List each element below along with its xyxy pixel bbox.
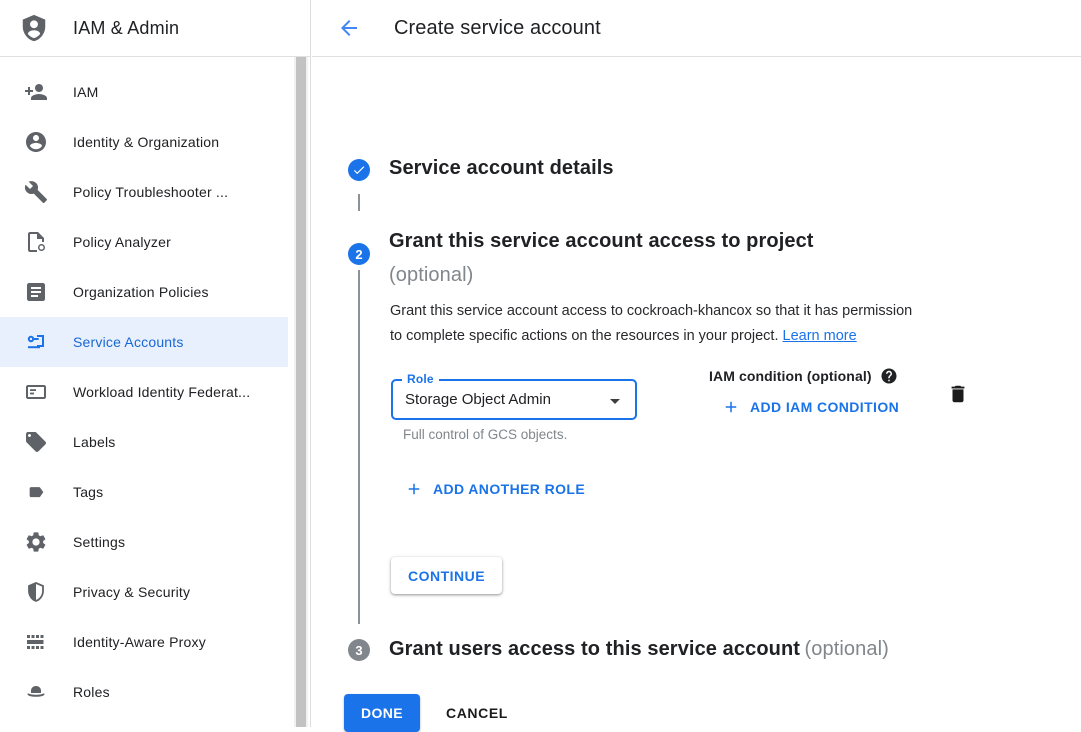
sidebar-item-settings[interactable]: Settings bbox=[0, 517, 288, 567]
step3-indicator: 3 bbox=[348, 639, 370, 661]
sidebar-item-label: Workload Identity Federat... bbox=[73, 384, 250, 400]
sidebar-item-organization-policies[interactable]: Organization Policies bbox=[0, 267, 288, 317]
person-add-icon bbox=[24, 80, 48, 104]
sidebar-item-label: Identity & Organization bbox=[73, 134, 219, 150]
sidebar-item-label: Roles bbox=[73, 684, 110, 700]
sidebar-item-identity-aware-proxy[interactable]: Identity-Aware Proxy bbox=[0, 617, 288, 667]
add-iam-condition-label: ADD IAM CONDITION bbox=[750, 399, 899, 415]
step1-indicator bbox=[348, 159, 370, 181]
sidebar-item-roles[interactable]: Roles bbox=[0, 667, 288, 717]
cancel-button[interactable]: CANCEL bbox=[434, 694, 520, 732]
step2-optional-label: (optional) bbox=[389, 258, 929, 292]
tag-arrow-icon bbox=[24, 480, 48, 504]
sidebar-item-iam[interactable]: IAM bbox=[0, 67, 288, 117]
sidebar-item-label: Labels bbox=[73, 434, 115, 450]
trash-icon bbox=[947, 383, 969, 405]
iam-condition-header: IAM condition (optional) bbox=[709, 367, 898, 385]
wrench-icon bbox=[24, 180, 48, 204]
sidebar-item-label: IAM bbox=[73, 84, 99, 100]
role-helper-text: Full control of GCS objects. bbox=[403, 427, 567, 442]
wizard-content: Service account details 2 Grant this ser… bbox=[312, 57, 1081, 727]
account-circle-icon bbox=[24, 130, 48, 154]
done-button[interactable]: DONE bbox=[344, 694, 420, 732]
step2-description: Grant this service account access to coc… bbox=[390, 299, 1010, 349]
step3-heading: Grant users access to this service accou… bbox=[389, 638, 889, 661]
add-another-role-label: ADD ANOTHER ROLE bbox=[433, 481, 585, 497]
continue-button[interactable]: CONTINUE bbox=[391, 557, 502, 594]
service-account-key-icon bbox=[24, 330, 48, 354]
step2-title: Grant this service account access to pro… bbox=[389, 224, 929, 258]
sidebar-scrollbar-thumb[interactable] bbox=[296, 57, 306, 727]
sidebar-item-identity-organization[interactable]: Identity & Organization bbox=[0, 117, 288, 167]
role-field-label: Role bbox=[402, 372, 439, 386]
sidebar-item-label: Service Accounts bbox=[73, 334, 184, 350]
sidebar-item-label: Organization Policies bbox=[73, 284, 209, 300]
step3-optional-label: (optional) bbox=[805, 638, 889, 660]
main-panel: Create service account Service account d… bbox=[312, 0, 1081, 727]
step-connector bbox=[358, 270, 360, 624]
sidebar-item-label: Policy Troubleshooter ... bbox=[73, 184, 228, 200]
sidebar-item-label: Identity-Aware Proxy bbox=[73, 634, 206, 650]
bowler-hat-icon bbox=[24, 680, 48, 704]
half-shield-icon bbox=[24, 580, 48, 604]
arrow-back-icon bbox=[337, 16, 361, 40]
step2-number: 2 bbox=[355, 247, 362, 262]
step-connector bbox=[358, 194, 360, 211]
document-lines-icon bbox=[24, 280, 48, 304]
badge-card-icon bbox=[24, 380, 48, 404]
sidebar-title: IAM & Admin bbox=[73, 18, 179, 39]
help-icon[interactable] bbox=[880, 367, 898, 385]
sidebar-scrollbar-track bbox=[294, 57, 308, 727]
sidebar-item-label: Settings bbox=[73, 534, 125, 550]
delete-role-button[interactable] bbox=[947, 382, 971, 406]
add-iam-condition-button[interactable]: ADD IAM CONDITION bbox=[722, 398, 899, 416]
document-analyze-icon bbox=[24, 230, 48, 254]
sidebar-header: IAM & Admin bbox=[0, 0, 310, 57]
filmstrip-icon bbox=[24, 630, 48, 654]
sidebar-item-policy-troubleshooter[interactable]: Policy Troubleshooter ... bbox=[0, 167, 288, 217]
role-select[interactable]: Role Storage Object Admin bbox=[391, 379, 637, 420]
learn-more-link[interactable]: Learn more bbox=[783, 328, 857, 344]
iam-condition-label: IAM condition (optional) bbox=[709, 368, 872, 384]
page-title: Create service account bbox=[394, 17, 601, 40]
check-icon bbox=[352, 163, 366, 177]
sidebar-item-tags[interactable]: Tags bbox=[0, 467, 288, 517]
step2-heading: Grant this service account access to pro… bbox=[389, 224, 929, 292]
sidebar-item-label: Tags bbox=[73, 484, 103, 500]
step1-title: Service account details bbox=[389, 157, 614, 180]
sidebar-item-privacy-security[interactable]: Privacy & Security bbox=[0, 567, 288, 617]
sidebar-item-service-accounts[interactable]: Service Accounts bbox=[0, 317, 288, 367]
sidebar-item-workload-identity-federation[interactable]: Workload Identity Federat... bbox=[0, 367, 288, 417]
role-selected-value: Storage Object Admin bbox=[405, 391, 551, 408]
shield-person-icon bbox=[19, 13, 49, 43]
step3-number: 3 bbox=[355, 643, 362, 658]
sidebar-nav: IAM Identity & Organization Policy Troub… bbox=[0, 57, 310, 717]
plus-icon bbox=[405, 480, 423, 498]
sidebar-item-label: Privacy & Security bbox=[73, 584, 190, 600]
step3-title: Grant users access to this service accou… bbox=[389, 638, 800, 660]
gear-icon bbox=[24, 530, 48, 554]
label-tag-icon bbox=[24, 430, 48, 454]
chevron-down-icon bbox=[603, 389, 627, 413]
sidebar-item-label: Policy Analyzer bbox=[73, 234, 171, 250]
add-another-role-button[interactable]: ADD ANOTHER ROLE bbox=[405, 480, 585, 498]
sidebar: IAM & Admin IAM Identity & Organization … bbox=[0, 0, 311, 727]
description-line2: to complete specific actions on the reso… bbox=[390, 328, 778, 344]
main-header: Create service account bbox=[312, 0, 1081, 57]
sidebar-item-labels[interactable]: Labels bbox=[0, 417, 288, 467]
plus-icon bbox=[722, 398, 740, 416]
back-button[interactable] bbox=[337, 16, 361, 40]
description-line1: Grant this service account access to coc… bbox=[390, 303, 912, 319]
sidebar-item-policy-analyzer[interactable]: Policy Analyzer bbox=[0, 217, 288, 267]
step2-indicator: 2 bbox=[348, 243, 370, 265]
